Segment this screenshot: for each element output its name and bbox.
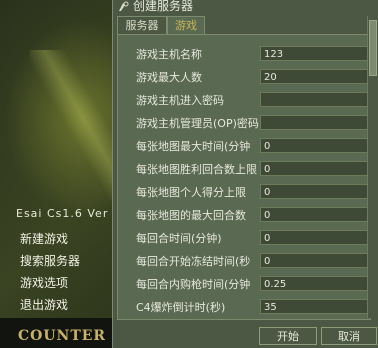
field-label: 每张地图的最大回合数 xyxy=(136,209,246,222)
field-row-join-password: 游戏主机进入密码 xyxy=(118,91,370,113)
menu-item-new-game[interactable]: 新建游戏 xyxy=(20,228,80,250)
map-time-limit-input[interactable]: 0 xyxy=(260,138,370,153)
field-row-c4-timer: C4爆炸倒计时(秒) 35 xyxy=(118,298,370,319)
field-row-round-time: 每回合时间(分钟) 0 xyxy=(118,229,370,251)
host-name-input[interactable]: 123 xyxy=(260,46,370,61)
field-label: 每回合内购枪时间(分钟 xyxy=(136,278,251,291)
field-label: 游戏主机名称 xyxy=(136,48,202,61)
dialog-title: 创建服务器 xyxy=(133,0,194,13)
field-row-max-rounds: 每张地图的最大回合数 0 xyxy=(118,206,370,228)
field-label: 游戏主机进入密码 xyxy=(136,94,224,107)
tab-server[interactable]: 服务器 xyxy=(117,16,167,34)
field-row-buy-time: 每回合内购枪时间(分钟 0.25 xyxy=(118,275,370,297)
buy-time-input[interactable]: 0.25 xyxy=(260,276,370,291)
field-label: 每回合时间(分钟) xyxy=(136,232,222,245)
cancel-button[interactable]: 取消 xyxy=(321,327,377,345)
menu-item-find-servers[interactable]: 搜索服务器 xyxy=(20,250,80,272)
dialog-app-icon xyxy=(119,1,129,11)
field-label: 每张地图最大时间(分钟 xyxy=(136,140,251,153)
field-label: 游戏主机管理员(OP)密码 xyxy=(136,117,259,130)
field-label: 每张地图胜利回合数上限 xyxy=(136,163,257,176)
field-row-frag-limit: 每张地图个人得分上限 0 xyxy=(118,183,370,205)
join-password-input[interactable] xyxy=(260,92,370,107)
menu-item-options[interactable]: 游戏选项 xyxy=(20,272,80,294)
frag-limit-input[interactable]: 0 xyxy=(260,184,370,199)
tab-game[interactable]: 游戏 xyxy=(167,16,205,34)
field-label: 每张地图个人得分上限 xyxy=(136,186,246,199)
field-row-win-limit: 每张地图胜利回合数上限 0 xyxy=(118,160,370,182)
scrollbar-thumb[interactable] xyxy=(369,20,377,76)
game-logo: COUNTER xyxy=(18,328,107,344)
field-row-admin-password: 游戏主机管理员(OP)密码 xyxy=(118,114,370,136)
field-row-host-name: 游戏主机名称 123 xyxy=(118,45,370,67)
game-version-label: Esai Cs1.6 Ver xyxy=(16,207,109,220)
win-limit-input[interactable]: 0 xyxy=(260,161,370,176)
field-row-map-time-limit: 每张地图最大时间(分钟 0 xyxy=(118,137,370,159)
max-rounds-input[interactable]: 0 xyxy=(260,207,370,222)
max-players-input[interactable]: 20 xyxy=(260,69,370,84)
panel-scrollbar[interactable] xyxy=(367,16,378,318)
admin-password-input[interactable] xyxy=(260,115,370,130)
field-row-freeze-time: 每回合开始冻结时间(秒 0 xyxy=(118,252,370,274)
menu-item-quit[interactable]: 退出游戏 xyxy=(20,294,80,316)
round-time-input[interactable]: 0 xyxy=(260,230,370,245)
field-label: 游戏最大人数 xyxy=(136,71,202,84)
create-server-dialog: 创建服务器 服务器 游戏 游戏主机名称 123 游戏最大人数 20 游戏主机进入… xyxy=(112,0,378,348)
game-settings-panel: 游戏主机名称 123 游戏最大人数 20 游戏主机进入密码 游戏主机管理员(OP… xyxy=(117,34,371,320)
start-button[interactable]: 开始 xyxy=(259,327,317,345)
field-row-max-players: 游戏最大人数 20 xyxy=(118,68,370,90)
dialog-titlebar[interactable]: 创建服务器 xyxy=(113,0,378,15)
c4-timer-input[interactable]: 35 xyxy=(260,299,370,314)
field-label: 每回合开始冻结时间(秒 xyxy=(136,255,251,268)
main-menu: 新建游戏 搜索服务器 游戏选项 退出游戏 xyxy=(20,228,80,316)
freeze-time-input[interactable]: 0 xyxy=(260,253,370,268)
field-label: C4爆炸倒计时(秒) xyxy=(136,301,226,314)
